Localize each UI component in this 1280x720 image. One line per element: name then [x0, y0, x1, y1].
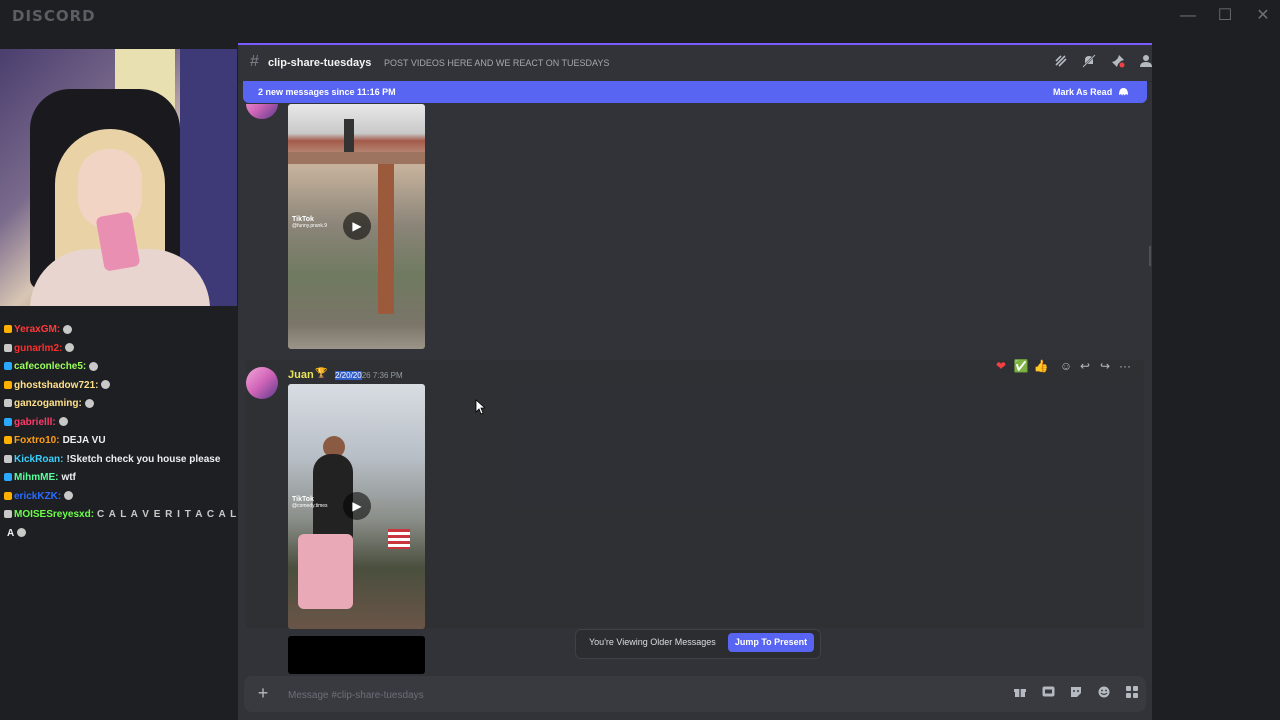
chat-emote-icon [101, 380, 111, 390]
stream-chat: YeraxGM: gunarlm2: cafeconleche5: ghostshad… [0, 306, 314, 720]
pin-icon[interactable] [1110, 54, 1126, 70]
more-options-icon[interactable]: ··· [1117, 359, 1133, 373]
chat-emote-icon [65, 343, 75, 353]
app-logo: DISCORD [12, 7, 96, 25]
chat-emote-icon [58, 417, 68, 427]
chat-badge-icon [4, 343, 12, 352]
chat-username[interactable]: gunarlm2: [14, 343, 62, 354]
tiktok-watermark: TikTok @comedy.times [292, 496, 328, 509]
chat-badge-icon [4, 325, 12, 334]
threads-icon[interactable] [1053, 54, 1069, 70]
play-button[interactable]: ▶ [343, 492, 371, 520]
chat-username[interactable]: MihmME: [14, 472, 58, 483]
maximize-button[interactable]: ☐ [1212, 4, 1238, 28]
video-pillar [378, 164, 394, 314]
chat-emote-icon [63, 324, 73, 334]
channel-topic[interactable]: POST VIDEOS HERE AND WE REACT ON TUESDAY… [384, 58, 609, 68]
sticker-icon[interactable] [1068, 686, 1084, 702]
scrollbar-thumb[interactable] [1149, 246, 1151, 266]
timestamp-text: 26 7:36 PM [361, 371, 403, 380]
play-button[interactable]: ▶ [343, 212, 371, 240]
forward-icon[interactable]: ↪ [1097, 359, 1113, 373]
notification-bell-muted-icon[interactable] [1081, 54, 1097, 70]
chat-emote-icon [89, 361, 99, 371]
webcam-feed [0, 49, 237, 306]
chat-badge-icon [4, 491, 12, 500]
author-trophy-icon: 🏆 [315, 368, 328, 379]
gif-icon[interactable] [1040, 686, 1056, 702]
apps-icon[interactable] [1124, 686, 1140, 702]
emoji-icon[interactable] [1096, 686, 1112, 702]
chat-text: A [7, 527, 15, 539]
chat-text: wtf [61, 472, 76, 483]
video-scaffold [288, 152, 425, 164]
chat-badge-icon [4, 417, 12, 426]
chat-username[interactable]: erickKZK: [14, 491, 61, 502]
chat-username[interactable]: YeraxGM: [14, 324, 60, 335]
tiktok-watermark: TikTok @funny.prank.9 [292, 216, 328, 229]
heart-reaction-icon[interactable]: ❤ [993, 359, 1009, 373]
chat-badge-icon [4, 454, 12, 463]
member-list-icon[interactable] [1138, 54, 1154, 70]
chat-username[interactable]: ghostshadow721: [14, 380, 98, 391]
add-reaction-icon[interactable]: ☺ [1058, 359, 1074, 373]
channel-header [238, 45, 1152, 82]
background-gutter [1152, 43, 1280, 720]
video-attachment[interactable] [288, 636, 425, 674]
channel-name: clip-share-tuesdays [268, 57, 372, 69]
video-attachment[interactable]: TikTok @comedy.times ▶ [288, 384, 425, 629]
chat-username[interactable]: KickRoan: [14, 454, 63, 465]
chat-badge-icon [4, 473, 12, 482]
chat-emote-icon [84, 398, 94, 408]
video-figure [344, 119, 354, 154]
thumbs-up-reaction-icon[interactable]: 👍 [1033, 359, 1049, 373]
chat-emote-icon [17, 528, 27, 538]
mark-read-icon[interactable] [1118, 86, 1129, 100]
chat-badge-icon [4, 362, 12, 371]
chat-username[interactable]: Foxtro10: [14, 435, 60, 446]
chat-badge-icon [4, 399, 12, 408]
gift-icon[interactable] [1012, 686, 1028, 702]
new-messages-text[interactable]: 2 new messages since 11:16 PM [258, 87, 396, 97]
chat-badge-icon [4, 380, 12, 389]
reply-icon[interactable]: ↩ [1077, 359, 1093, 373]
chat-username[interactable]: ganzogaming: [14, 398, 82, 409]
mark-as-read-button[interactable]: Mark As Read [1053, 87, 1112, 97]
jump-to-present-button[interactable]: Jump To Present [728, 633, 814, 652]
title-bar [0, 0, 1280, 32]
chat-text: DEJA VU [62, 435, 106, 446]
chat-badge-icon [4, 510, 12, 519]
older-messages-text: You're Viewing Older Messages [589, 637, 716, 647]
chat-username[interactable]: cafeconleche5: [14, 361, 86, 372]
video-figure-shorts [298, 534, 353, 609]
timestamp-selected-text: 2/20/20 [335, 371, 362, 380]
message-timestamp: 2/20/2026 7:36 PM [335, 371, 403, 380]
close-button[interactable]: ✕ [1250, 4, 1276, 28]
chat-badge-icon [4, 436, 12, 445]
avatar[interactable] [246, 367, 278, 399]
minimize-button[interactable]: — [1175, 4, 1201, 28]
chat-emote-icon [64, 491, 74, 501]
channel-hash-icon: # [250, 53, 259, 70]
upload-plus-button[interactable]: + [254, 682, 272, 704]
chat-text: !Sketch check you house please [66, 453, 221, 465]
mouse-cursor-icon [475, 399, 487, 418]
message-input[interactable] [288, 688, 788, 702]
chat-username[interactable]: MOISESreyesxd: [14, 509, 94, 520]
check-reaction-icon[interactable]: ✅ [1013, 359, 1029, 373]
video-flag [388, 529, 410, 549]
video-attachment[interactable]: TikTok @funny.prank.9 ▶ [288, 104, 425, 349]
chat-username[interactable]: gabrielll: [14, 417, 56, 428]
message-author[interactable]: Juan [288, 369, 314, 381]
